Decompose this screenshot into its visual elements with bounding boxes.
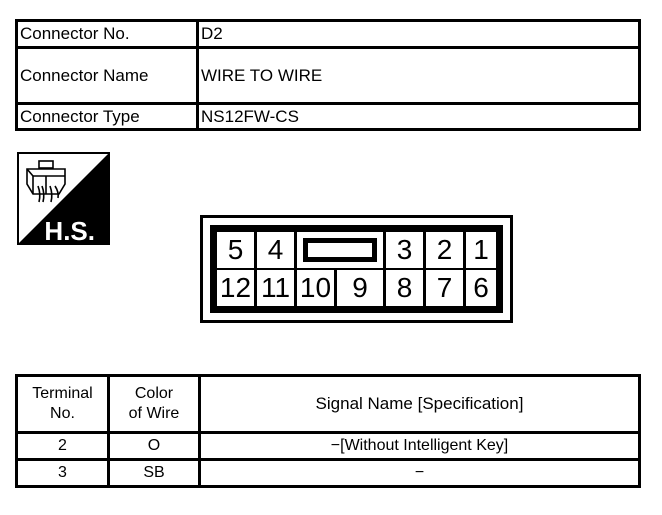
table-row: 3 SB −: [15, 458, 641, 488]
connector-name-label: Connector Name: [15, 46, 199, 105]
pin-cell: 8: [386, 270, 423, 306]
pin-cell: 11: [257, 270, 294, 306]
terminal-table-header: Terminal No. Color of Wire Signal Name […: [15, 374, 641, 434]
wire-color-header-line1: Color: [134, 385, 174, 402]
connector-name-row: Connector Name WIRE TO WIRE: [15, 46, 641, 105]
wire-color-cell: SB: [107, 458, 201, 488]
key-slot-cell: [297, 232, 383, 268]
connector-face-diagram: 5 4 3 2 1 12 11 10 9 8 7 6: [200, 215, 513, 323]
terminal-no-header: Terminal No.: [15, 374, 110, 434]
connector-face-grid: 5 4 3 2 1 12 11 10 9 8 7 6: [210, 225, 503, 313]
signal-name-cell: −: [198, 458, 641, 488]
wire-color-header-line2: of Wire: [128, 405, 180, 422]
connector-type-row: Connector Type NS12FW-CS: [15, 102, 641, 131]
pin-cell: 12: [217, 270, 254, 306]
terminal-no-cell: 3: [15, 458, 110, 488]
connector-info-table: Connector No. D2 Connector Name WIRE TO …: [15, 19, 641, 131]
connector-no-row: Connector No. D2: [15, 19, 641, 49]
pin-cell: 9: [337, 270, 383, 306]
terminal-no-header-line1: Terminal: [32, 385, 93, 402]
connector-no-value: D2: [196, 19, 641, 49]
pin-cell: 3: [386, 232, 423, 268]
wire-color-header: Color of Wire: [107, 374, 201, 434]
pin-cell: 7: [426, 270, 463, 306]
table-row: 2 O −[Without Intelligent Key]: [15, 431, 641, 461]
harness-side-connector-icon: H.S.: [17, 152, 110, 245]
terminal-no-cell: 2: [15, 431, 110, 461]
pin-cell: 1: [466, 232, 496, 268]
pin-cell: 10: [297, 270, 334, 306]
pin-cell: 6: [466, 270, 496, 306]
connector-name-value: WIRE TO WIRE: [196, 46, 641, 105]
hs-label: H.S.: [44, 216, 95, 245]
connector-type-value: NS12FW-CS: [196, 102, 641, 131]
pin-cell: 2: [426, 232, 463, 268]
key-slot: [303, 238, 377, 262]
signal-name-cell: −[Without Intelligent Key]: [198, 431, 641, 461]
connector-no-label: Connector No.: [15, 19, 199, 49]
terminal-table: Terminal No. Color of Wire Signal Name […: [15, 374, 641, 488]
wire-color-cell: O: [107, 431, 201, 461]
connector-type-label: Connector Type: [15, 102, 199, 131]
pin-cell: 5: [217, 232, 254, 268]
terminal-no-header-line2: No.: [50, 405, 75, 422]
pin-cell: 4: [257, 232, 294, 268]
signal-name-header: Signal Name [Specification]: [198, 374, 641, 434]
